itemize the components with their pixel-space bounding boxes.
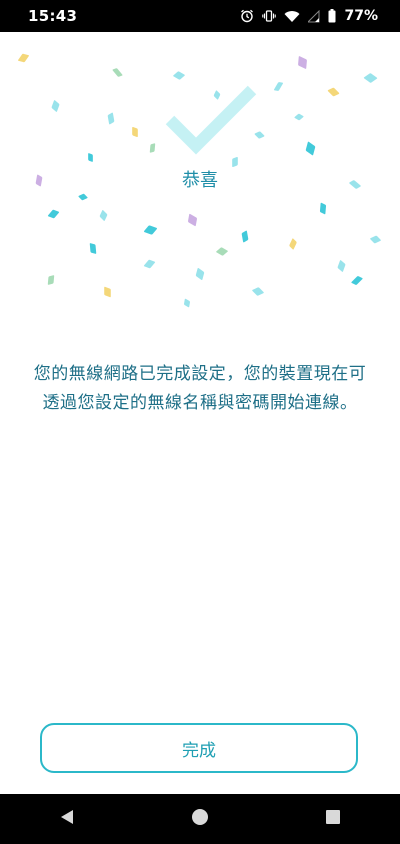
confetti-piece bbox=[143, 225, 158, 235]
confetti-piece bbox=[77, 193, 89, 201]
wifi-icon bbox=[284, 10, 300, 23]
confetti-piece bbox=[112, 67, 123, 78]
confetti-piece bbox=[187, 213, 198, 227]
alarm-icon bbox=[240, 9, 254, 23]
confetti-piece bbox=[88, 152, 93, 163]
home-icon bbox=[190, 807, 210, 831]
battery-icon bbox=[328, 9, 336, 23]
status-time: 15:43 bbox=[28, 7, 78, 25]
vibrate-icon bbox=[262, 9, 277, 23]
confetti-piece bbox=[51, 99, 60, 113]
confetti-piece bbox=[293, 113, 305, 121]
confetti-piece bbox=[107, 112, 115, 125]
confetti-piece bbox=[195, 267, 205, 281]
confetti-piece bbox=[172, 71, 186, 80]
confetti-piece bbox=[251, 287, 265, 296]
confetti-piece bbox=[241, 230, 249, 243]
congrats-title: 恭喜 bbox=[182, 170, 218, 191]
confetti-piece bbox=[17, 53, 30, 63]
confetti-piece bbox=[47, 274, 55, 286]
confetti-piece bbox=[149, 143, 156, 153]
confetti-piece bbox=[350, 275, 364, 286]
done-button[interactable]: 完成 bbox=[40, 723, 358, 773]
confetti-piece bbox=[104, 286, 111, 298]
confetti-piece bbox=[305, 141, 316, 156]
confetti-piece bbox=[289, 238, 297, 250]
confetti-piece bbox=[337, 259, 346, 273]
confetti-piece bbox=[298, 55, 307, 70]
message-line-2: 透過您設定的無線名稱與密碼開始連線。 bbox=[42, 393, 358, 413]
confetti-piece bbox=[363, 72, 378, 84]
confetti-piece bbox=[273, 81, 284, 92]
status-bar: 15:43 77% bbox=[0, 0, 400, 32]
checkmark-icon bbox=[160, 80, 260, 164]
confetti-piece bbox=[132, 126, 138, 138]
confetti-piece bbox=[319, 202, 327, 215]
navigation-bar bbox=[0, 794, 400, 844]
status-icons: 77% bbox=[240, 8, 378, 24]
confetti-piece bbox=[143, 259, 156, 269]
nav-recents-button[interactable] bbox=[303, 794, 363, 844]
recents-icon bbox=[325, 809, 341, 829]
confetti-piece bbox=[215, 247, 229, 256]
confetti-piece bbox=[369, 235, 382, 244]
confetti-piece bbox=[47, 209, 60, 219]
confetti-piece bbox=[183, 298, 191, 308]
message-line-1: 您的無線網路已完成設定，您的裝置現在可 bbox=[33, 364, 367, 384]
screen: 15:43 77% 恭喜 您的無線網路已完成設定，您的裝置現在可 透過您設定的無… bbox=[0, 0, 400, 844]
confetti-piece bbox=[327, 87, 340, 97]
celebration-area: 恭喜 bbox=[0, 32, 400, 312]
nav-back-button[interactable] bbox=[37, 794, 97, 844]
confetti-piece bbox=[99, 209, 108, 222]
confetti-piece bbox=[89, 242, 97, 255]
back-icon bbox=[59, 809, 75, 829]
signal-icon bbox=[308, 9, 320, 23]
completion-message: 您的無線網路已完成設定，您的裝置現在可 透過您設定的無線名稱與密碼開始連線。 bbox=[20, 360, 380, 418]
battery-percentage: 77% bbox=[344, 8, 378, 24]
nav-home-button[interactable] bbox=[170, 794, 230, 844]
